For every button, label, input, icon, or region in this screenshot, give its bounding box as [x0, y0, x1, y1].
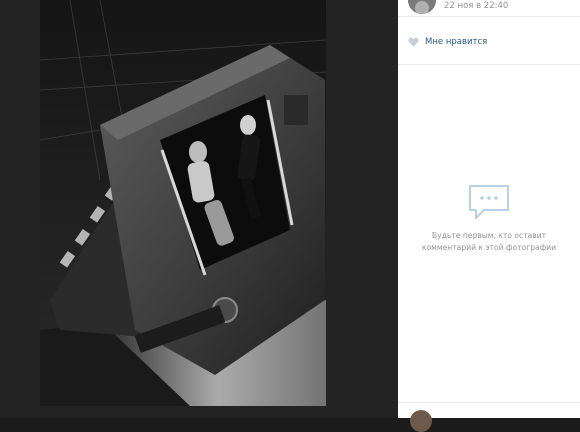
- heart-icon: [408, 37, 419, 47]
- post-header: 22 ноя в 22:40: [398, 0, 580, 17]
- empty-comments-line1: Будьте первым, кто оставит: [431, 231, 547, 240]
- photo-viewer: [0, 0, 398, 418]
- photo-train-image: [40, 0, 326, 406]
- divider: [398, 64, 580, 65]
- side-panel: 22 ноя в 22:40 Мне нравится Будьте первы…: [398, 0, 580, 432]
- avatar-image: [408, 0, 436, 14]
- comments-empty-state: Будьте первым, кто оставит комментарий к…: [398, 182, 580, 254]
- like-label: Мне нравится: [425, 37, 488, 47]
- photo[interactable]: [40, 0, 326, 406]
- like-button[interactable]: Мне нравится: [408, 33, 487, 51]
- current-user-avatar: [410, 410, 432, 432]
- author-avatar[interactable]: [408, 0, 436, 14]
- speech-bubble-icon: [469, 185, 509, 219]
- empty-comments-line2: комментарий к этой фотографии: [421, 243, 557, 252]
- divider: [398, 402, 580, 403]
- post-date[interactable]: 22 ноя в 22:40: [444, 0, 508, 12]
